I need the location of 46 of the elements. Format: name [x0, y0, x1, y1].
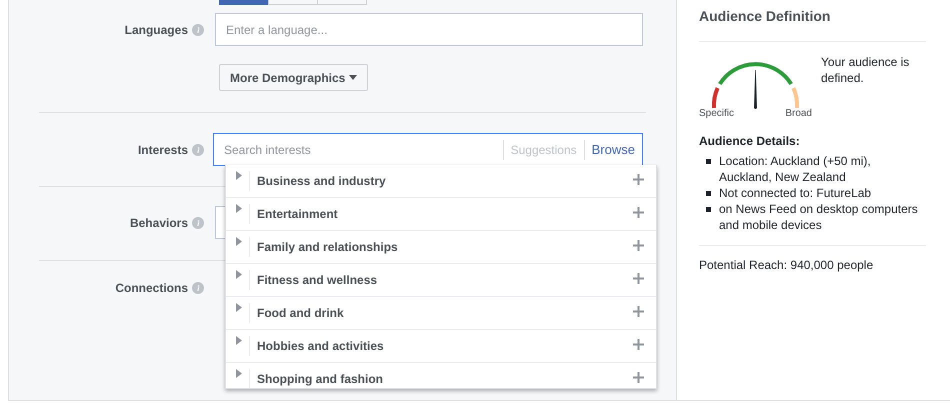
add-icon[interactable] [633, 339, 644, 350]
detail-item: on News Feed on desktop computers and mobile devices [719, 201, 926, 233]
gauge-min-label: Specific [699, 108, 734, 119]
panel-title: Audience Definition [699, 7, 832, 26]
detail-item: Not connected to: FutureLab [719, 185, 926, 201]
language-field[interactable]: Enter a language... [215, 13, 643, 46]
category-item[interactable]: Shopping and fashion [226, 363, 656, 388]
field-label: Behaviors [128, 216, 189, 230]
category-item[interactable]: Business and industry [226, 165, 656, 198]
search-tab[interactable]: Browse [584, 140, 642, 160]
add-icon[interactable] [633, 240, 644, 251]
expand-arrow-icon[interactable] [236, 270, 242, 279]
more-demographics-button[interactable]: More Demographics [219, 64, 368, 91]
category-item[interactable]: Hobbies and activities [226, 330, 656, 363]
add-icon[interactable] [633, 306, 644, 317]
info-icon[interactable] [192, 144, 204, 156]
add-icon[interactable] [633, 273, 644, 284]
category-item[interactable]: Food and drink [226, 297, 656, 330]
expand-arrow-icon[interactable] [236, 204, 242, 213]
audience-status: Your audience is defined. [821, 54, 910, 87]
expand-arrow-icon[interactable] [236, 303, 242, 312]
category-item[interactable]: Fitness and wellness [226, 264, 656, 297]
add-icon[interactable] [633, 174, 644, 185]
expand-arrow-icon[interactable] [236, 369, 242, 378]
add-icon[interactable] [633, 207, 644, 218]
info-icon[interactable] [192, 216, 204, 228]
expand-arrow-icon[interactable] [236, 171, 242, 180]
field-label: Interests [136, 142, 189, 156]
info-icon[interactable] [192, 24, 204, 36]
info-icon[interactable] [192, 282, 204, 294]
detail-item: Location: Auckland (+50 mi), Auckland, New Zealand [719, 153, 926, 185]
gauge-max-label: Broad [785, 108, 812, 119]
category-item[interactable]: Entertainment [226, 198, 656, 231]
expand-arrow-icon[interactable] [236, 336, 242, 345]
expand-arrow-icon[interactable] [236, 237, 242, 246]
interest-search-field[interactable]: Search interests Suggestions Browse [213, 133, 643, 166]
potential-reach: Potential Reach: 940,000 people [699, 258, 874, 272]
field-label: Languages [124, 22, 189, 36]
bullet-icon [706, 207, 711, 212]
add-icon[interactable] [633, 372, 644, 383]
field-label: Connections [114, 280, 189, 294]
bullet-icon [706, 191, 711, 196]
bullet-icon [706, 159, 711, 164]
caret-icon [349, 75, 358, 80]
category-item[interactable]: Family and relationships [226, 231, 656, 264]
details-heading: Audience Details: [699, 134, 801, 148]
